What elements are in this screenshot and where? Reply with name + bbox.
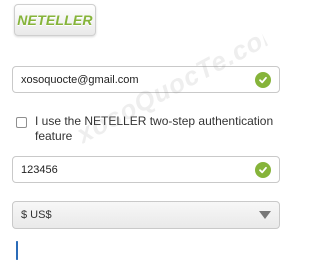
email-value: xosoquocte@gmail.com: [21, 73, 139, 86]
check-icon: [255, 71, 271, 88]
neteller-logo: NETELLER: [17, 12, 93, 28]
email-field[interactable]: xosoquocte@gmail.com: [12, 66, 280, 93]
chevron-down-icon: [259, 211, 271, 219]
verification-code-value: 123456: [21, 163, 58, 176]
two-step-auth-checkbox[interactable]: [16, 117, 27, 128]
two-step-auth-option[interactable]: I use the NETELLER two-step authenticati…: [16, 114, 286, 144]
neteller-logo-button[interactable]: NETELLER: [14, 4, 96, 36]
currency-value: $ US$: [21, 209, 52, 221]
verification-code-field[interactable]: 123456: [12, 156, 280, 183]
remember-option[interactable]: [16, 241, 286, 260]
remember-checkbox[interactable]: [16, 241, 18, 260]
currency-select[interactable]: $ US$: [12, 201, 280, 229]
check-icon: [255, 161, 271, 178]
two-step-auth-label: I use the NETELLER two-step authenticati…: [35, 114, 274, 143]
